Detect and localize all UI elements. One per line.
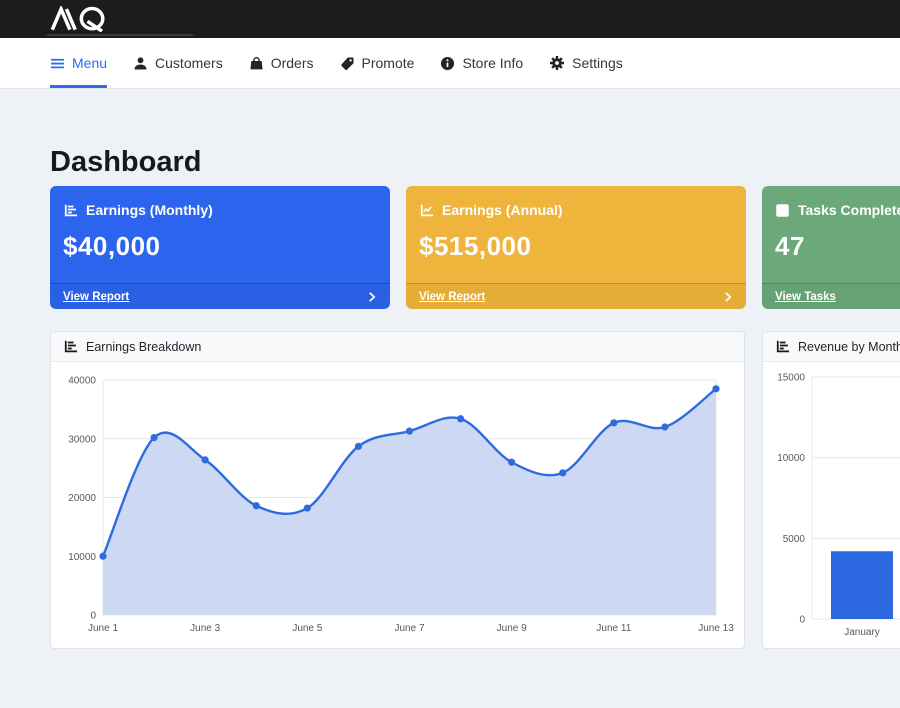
hamburger-icon: [50, 56, 65, 71]
nav-item-label: Settings: [572, 55, 623, 71]
page-title: Dashboard: [50, 146, 900, 178]
card-title-row: Earnings (Annual): [406, 186, 746, 218]
card-title: Earnings (Annual): [442, 202, 563, 218]
svg-text:June 5: June 5: [292, 623, 322, 634]
panel-header: Earnings Breakdown: [51, 332, 744, 362]
tag-icon: [340, 56, 355, 71]
svg-text:June 7: June 7: [394, 623, 424, 634]
card-title: Earnings (Monthly): [86, 202, 213, 218]
nav-item-label: Store Info: [462, 55, 523, 71]
svg-text:June 3: June 3: [190, 623, 220, 634]
nav-item-orders[interactable]: Orders: [249, 38, 314, 88]
svg-text:0: 0: [799, 615, 805, 626]
earnings-breakdown-panel: Earnings Breakdown 0 10000 20000 30000 40000…: [50, 331, 745, 649]
nav-item-store-info[interactable]: Store Info: [440, 38, 523, 88]
person-icon: [133, 56, 148, 71]
svg-text:5000: 5000: [783, 534, 806, 545]
chart-bar-icon: [775, 339, 790, 354]
nav-item-settings[interactable]: Settings: [549, 38, 623, 88]
svg-text:June 1: June 1: [88, 623, 118, 634]
top-app-bar: [0, 0, 900, 38]
svg-text:10000: 10000: [68, 552, 96, 563]
chart-line-icon: [419, 203, 434, 218]
panel-title: Revenue by Month: [798, 340, 900, 354]
chevron-right-icon: [723, 291, 733, 303]
svg-text:15000: 15000: [777, 373, 805, 384]
chevron-right-icon: [367, 291, 377, 303]
card-title-row: Earnings (Monthly): [50, 186, 390, 218]
panel-title: Earnings Breakdown: [86, 340, 201, 354]
card-value: 47: [762, 218, 900, 262]
nav-item-label: Orders: [271, 55, 314, 71]
stat-card-earnings-monthly: Earnings (Monthly)$40,000 View Report: [50, 186, 390, 309]
card-title: Tasks Completed: [798, 202, 900, 218]
svg-text:40000: 40000: [68, 376, 96, 387]
chart-bar-icon: [63, 203, 78, 218]
svg-text:10000: 10000: [777, 453, 805, 464]
nav-item-menu[interactable]: Menu: [50, 38, 107, 88]
svg-text:June 11: June 11: [596, 623, 631, 634]
card-action-label: View Report: [63, 291, 129, 303]
card-value: $40,000: [50, 218, 390, 262]
chart-bar-icon: [63, 339, 78, 354]
nav-item-customers[interactable]: Customers: [133, 38, 223, 88]
gear-icon: [549, 55, 565, 71]
info-icon: [440, 56, 455, 71]
nav-item-label: Menu: [72, 55, 107, 71]
card-action-label: View Tasks: [775, 291, 836, 303]
view-tasks-link[interactable]: View Tasks: [762, 283, 900, 309]
nav-item-label: Customers: [155, 55, 223, 71]
card-title-row: Tasks Completed: [762, 186, 900, 218]
panel-body: 0 10000 20000 30000 40000 June 1 June 3 June 5 J…: [51, 362, 744, 649]
charts-row: Earnings Breakdown 0 10000 20000 30000 40000…: [50, 331, 900, 649]
earnings-breakdown-chart: 0 10000 20000 30000 40000 June 1 June 3 June 5 J…: [51, 362, 744, 649]
svg-text:0: 0: [90, 611, 96, 622]
logo-underline: [47, 34, 193, 36]
page-content: Dashboard Earnings (Monthly)$40,000 View …: [0, 146, 900, 649]
main-navigation: Menu Customers Orders Promote Store Info Sett…: [0, 38, 900, 89]
revenue-by-month-panel: Revenue by Month 0 5000 10000 15000 January: [762, 331, 900, 649]
svg-text:20000: 20000: [68, 493, 96, 504]
panel-body: 0 5000 10000 15000 January: [763, 362, 900, 649]
mq-logo-icon: [50, 6, 123, 32]
view-report-link[interactable]: View Report: [406, 283, 746, 309]
card-action-label: View Report: [419, 291, 485, 303]
check-square-icon: [775, 203, 790, 218]
svg-text:30000: 30000: [68, 434, 96, 445]
svg-text:June 9: June 9: [497, 623, 527, 634]
panel-header: Revenue by Month: [763, 332, 900, 362]
card-value: $515,000: [406, 218, 746, 262]
stat-card-earnings-annual: Earnings (Annual)$515,000 View Report: [406, 186, 746, 309]
nav-item-promote[interactable]: Promote: [340, 38, 415, 88]
nav-item-label: Promote: [362, 55, 415, 71]
stat-card-tasks-completed: Tasks Completed47 View Tasks: [762, 186, 900, 309]
svg-text:January: January: [844, 627, 880, 638]
view-report-link[interactable]: View Report: [50, 283, 390, 309]
revenue-by-month-chart: 0 5000 10000 15000 January: [763, 362, 900, 649]
stat-cards-row: Earnings (Monthly)$40,000View ReportEarn…: [50, 186, 900, 309]
svg-text:June 13: June 13: [698, 623, 734, 634]
bag-icon: [249, 56, 264, 71]
